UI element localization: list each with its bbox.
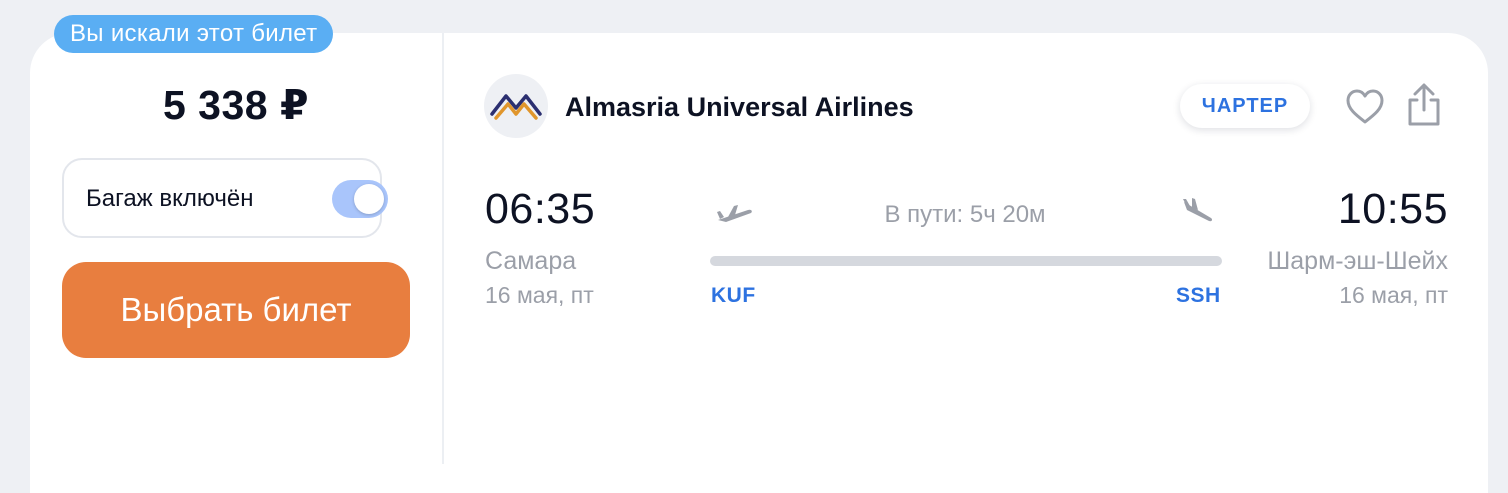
arrival-date: 16 мая, пт (1339, 282, 1448, 308)
baggage-option[interactable]: Багаж включён (62, 158, 388, 238)
select-ticket-button[interactable]: Выбрать билет (62, 262, 410, 358)
landing-icon (1178, 196, 1218, 226)
arrival-time: 10:55 (1337, 185, 1448, 233)
flight-duration: В пути: 5ч 20м (884, 201, 1046, 228)
toggle-knob (354, 184, 384, 214)
airline-name: Almasria Universal Airlines (565, 92, 914, 122)
departure-time: 06:35 (485, 185, 596, 233)
almasria-logo-icon (484, 74, 548, 138)
share-icon[interactable] (1404, 82, 1444, 128)
charter-badge: ЧАРТЕР (1180, 84, 1310, 128)
departure-date: 16 мая, пт (485, 282, 594, 308)
route-progress-bar (710, 256, 1222, 266)
ticket-price: 5 338 ₽ (162, 82, 310, 128)
baggage-toggle[interactable] (332, 180, 388, 218)
baggage-label: Багаж включён (86, 185, 254, 212)
searched-ticket-badge: Вы искали этот билет (54, 15, 334, 53)
heart-icon[interactable] (1344, 86, 1386, 128)
takeoff-icon (714, 198, 754, 228)
departure-city: Самара (485, 247, 577, 275)
card-divider (442, 33, 444, 464)
arrival-city: Шарм-эш-Шейх (1267, 247, 1448, 275)
departure-iata: KUF (711, 284, 756, 307)
arrival-iata: SSH (1176, 284, 1221, 307)
